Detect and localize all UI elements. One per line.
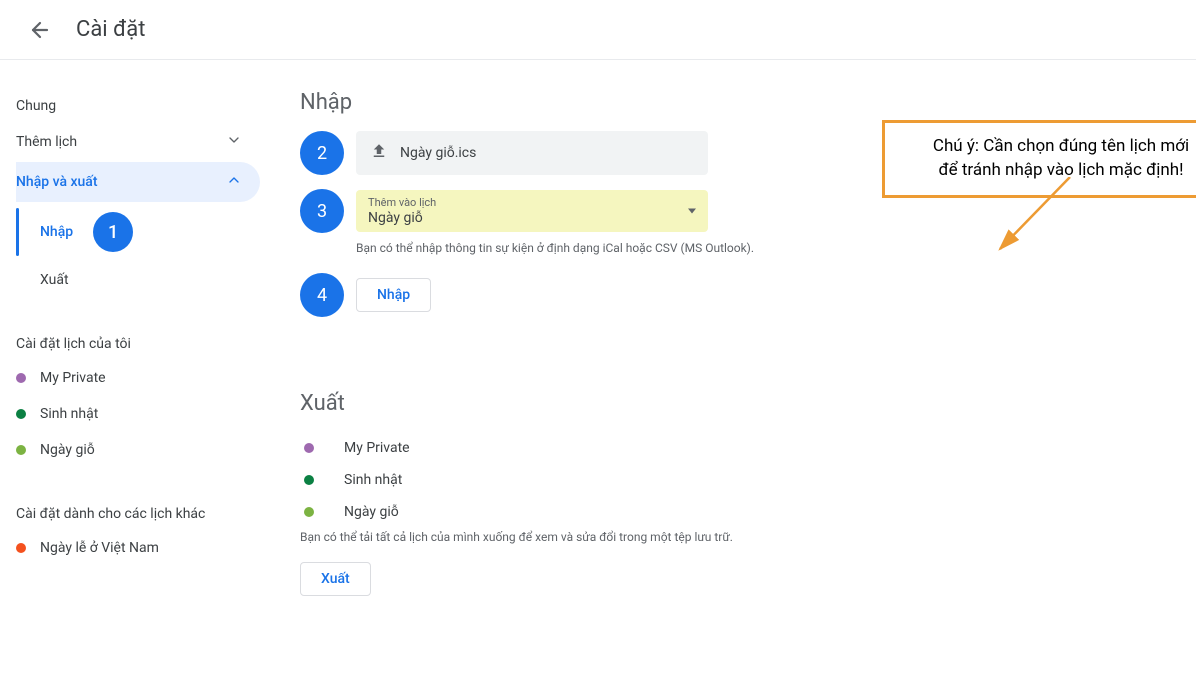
sidebar-subitem-import[interactable]: Nhập 1 — [40, 202, 260, 262]
sidebar-label: Xuất — [40, 272, 69, 288]
step-badge-3: 3 — [300, 189, 344, 233]
upload-icon — [370, 142, 388, 164]
sidebar-calendar-item[interactable]: Ngày giỗ — [16, 432, 260, 468]
sidebar-heading-my-calendars: Cài đặt lịch của tôi — [16, 328, 260, 360]
callout-box: Chú ý: Cần chọn đúng tên lịch mới để trá… — [882, 120, 1196, 198]
calendar-label: My Private — [40, 370, 106, 386]
export-heading: Xuất — [300, 391, 1156, 416]
calendar-label: My Private — [344, 440, 410, 456]
calendar-label: Ngày giỗ — [344, 504, 399, 520]
sidebar-heading-other-calendars: Cài đặt dành cho các lịch khác — [16, 498, 260, 530]
calendar-label: Sinh nhật — [344, 472, 402, 488]
file-upload-field[interactable]: Ngày giỗ.ics — [356, 131, 708, 175]
calendar-dot-icon — [16, 409, 26, 419]
arrow-left-icon — [28, 18, 52, 42]
step-badge-2: 2 — [300, 131, 344, 175]
sidebar-item-import-export[interactable]: Nhập và xuất — [16, 162, 260, 202]
sidebar: Chung Thêm lịch Nhập và xuất Nhập 1 Xuất… — [0, 60, 260, 626]
topbar: Cài đặt — [0, 0, 1196, 60]
main-content: Nhập 2 Ngày giỗ.ics 3 Thêm vào lịch Ngày… — [260, 60, 1196, 626]
import-heading: Nhập — [300, 90, 1156, 115]
export-button[interactable]: Xuất — [300, 562, 371, 596]
sidebar-item-general[interactable]: Chung — [16, 90, 260, 122]
sidebar-calendar-item[interactable]: Sinh nhật — [16, 396, 260, 432]
import-help-text: Bạn có thể nhập thông tin sự kiện ở định… — [356, 241, 1156, 255]
sidebar-calendar-item[interactable]: Ngày lễ ở Việt Nam — [16, 530, 260, 566]
sidebar-label: Nhập và xuất — [16, 174, 98, 190]
export-calendar-item: Sinh nhật — [300, 464, 1156, 496]
calendar-label: Ngày lễ ở Việt Nam — [40, 540, 159, 556]
calendar-dot-icon — [16, 373, 26, 383]
sidebar-label: Thêm lịch — [16, 134, 77, 150]
chevron-down-icon — [226, 132, 242, 152]
calendar-dot-icon — [16, 543, 26, 553]
caret-down-icon — [688, 209, 696, 214]
select-label: Thêm vào lịch — [368, 196, 696, 209]
chevron-up-icon — [226, 172, 242, 192]
callout-line: Chú ý: Cần chọn đúng tên lịch mới — [903, 135, 1196, 159]
calendar-select[interactable]: Thêm vào lịch Ngày giỗ — [356, 190, 708, 232]
page-title: Cài đặt — [76, 17, 145, 42]
step-badge-4: 4 — [300, 273, 344, 317]
import-button[interactable]: Nhập — [356, 278, 431, 312]
sidebar-calendar-item[interactable]: My Private — [16, 360, 260, 396]
sidebar-subitem-export[interactable]: Xuất — [40, 262, 260, 298]
export-help-text: Bạn có thể tải tất cả lịch của mình xuốn… — [300, 530, 1156, 544]
calendar-label: Ngày giỗ — [40, 442, 95, 458]
back-button[interactable] — [20, 10, 60, 50]
calendar-dot-icon — [304, 443, 314, 453]
calendar-dot-icon — [304, 475, 314, 485]
sidebar-label: Nhập — [40, 224, 73, 240]
export-calendar-item: Ngày giỗ — [300, 496, 1156, 528]
sidebar-item-add-calendar[interactable]: Thêm lịch — [16, 122, 260, 162]
export-calendar-item: My Private — [300, 432, 1156, 464]
step-badge-1: 1 — [93, 212, 133, 252]
calendar-dot-icon — [16, 445, 26, 455]
file-name: Ngày giỗ.ics — [400, 145, 476, 161]
callout-line: để tránh nhập vào lịch mặc định! — [903, 159, 1196, 183]
calendar-dot-icon — [304, 507, 314, 517]
calendar-label: Sinh nhật — [40, 406, 98, 422]
select-value: Ngày giỗ — [368, 210, 696, 226]
